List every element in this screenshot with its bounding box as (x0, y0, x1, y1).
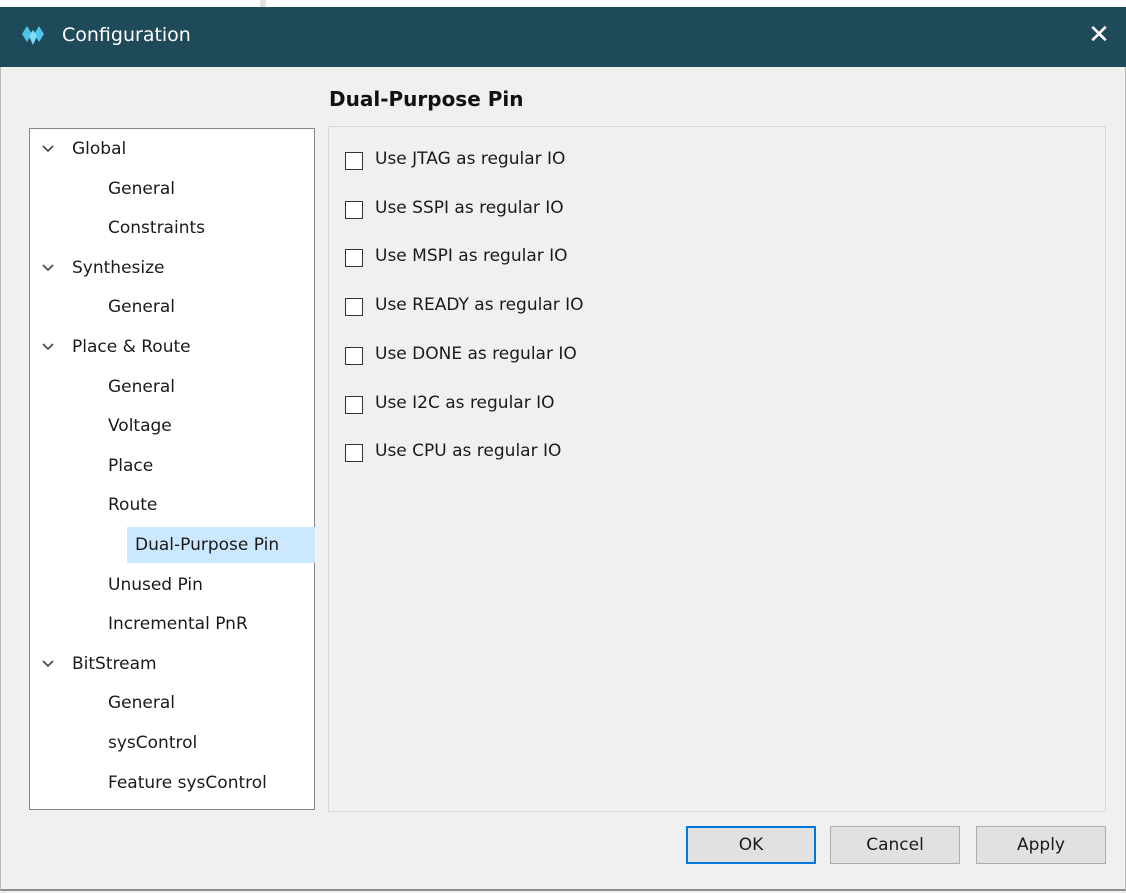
checkbox-box[interactable] (345, 152, 363, 170)
tree-item[interactable]: General (31, 289, 315, 325)
tree-item-label: sysControl (108, 733, 198, 753)
tree-item[interactable]: General (31, 369, 315, 405)
tree-item[interactable]: BitStream (31, 646, 315, 682)
chevron-down-icon[interactable] (41, 250, 55, 286)
page-title: Dual-Purpose Pin (329, 87, 524, 111)
option-label: Use SSPI as regular IO (375, 197, 564, 218)
tree-item[interactable]: Place & Route (31, 329, 315, 365)
tree-item-label: Dual-Purpose Pin (135, 535, 280, 555)
settings-tree[interactable]: Global General Constraints Synthesize Genera… (29, 128, 315, 810)
checkbox-box[interactable] (345, 444, 363, 463)
tree-item-label: General (108, 297, 175, 318)
tree-item-label: Feature sysControl (108, 772, 267, 793)
title-bar[interactable]: Configuration ✕ (0, 7, 1126, 67)
tree-item[interactable]: sysControl (31, 725, 315, 761)
chevron-down-icon[interactable] (41, 131, 55, 167)
checkbox-box[interactable] (345, 395, 363, 414)
tree-item-label: General (108, 178, 175, 199)
option-label: Use DONE as regular IO (375, 343, 577, 364)
tree-item-label: Place (108, 455, 154, 476)
option-label: Use JTAG as regular IO (375, 149, 566, 169)
close-icon: ✕ (1088, 20, 1110, 50)
option-label: Use READY as regular IO (375, 295, 584, 316)
tree-item-label: Unused Pin (108, 574, 203, 595)
tree-item[interactable]: Place (31, 448, 315, 484)
background-window-strip (0, 0, 1126, 7)
tree-item[interactable]: Incremental PnR (31, 606, 315, 642)
tree-item[interactable]: General (31, 685, 315, 721)
tree-item-label: BitStream (72, 653, 157, 674)
background-window-segment (266, 0, 1126, 7)
tree-item-label: Synthesize (72, 257, 165, 278)
cancel-button[interactable]: Cancel (830, 826, 960, 864)
checkbox-box[interactable] (345, 346, 363, 365)
option-label: Use CPU as regular IO (375, 441, 562, 462)
tree-item[interactable]: Constraints (31, 210, 315, 246)
tree-item[interactable]: Voltage (31, 408, 315, 444)
gowin-logo-icon (22, 26, 44, 45)
tree-item-label: General (108, 376, 175, 397)
apply-button[interactable]: Apply (976, 826, 1106, 864)
chevron-down-icon[interactable] (41, 329, 55, 365)
checkbox-box[interactable] (345, 249, 363, 268)
tree-item-label: Voltage (108, 416, 172, 437)
tree-item[interactable]: Synthesize (31, 250, 315, 286)
tree-item-label: Incremental PnR (108, 614, 248, 635)
checkbox-box[interactable] (345, 298, 363, 317)
ok-button[interactable]: OK (686, 826, 816, 864)
tree-item-label: Place & Route (72, 337, 191, 357)
close-button[interactable]: ✕ (1086, 20, 1112, 50)
checkbox-box[interactable] (345, 200, 363, 219)
tree-item-label: General (108, 693, 175, 714)
chevron-down-icon[interactable] (41, 646, 55, 682)
option-label: Use MSPI as regular IO (375, 246, 568, 267)
tree-item[interactable]: General (31, 171, 315, 207)
tree-item[interactable]: Dual-Purpose Pin (127, 527, 315, 563)
tree-item[interactable]: Unused Pin (31, 567, 315, 603)
tree-item-label: Global (72, 139, 127, 159)
tree-item[interactable]: Global (31, 131, 315, 167)
tree-item-label: Route (108, 495, 158, 516)
tree-item-label: Constraints (108, 218, 205, 239)
tree-item[interactable]: Route (31, 487, 315, 523)
window-title: Configuration (62, 24, 191, 46)
option-label: Use I2C as regular IO (375, 392, 555, 413)
options-panel (328, 126, 1106, 812)
background-window-segment (0, 0, 260, 7)
tree-item[interactable]: Feature sysControl (31, 765, 315, 801)
